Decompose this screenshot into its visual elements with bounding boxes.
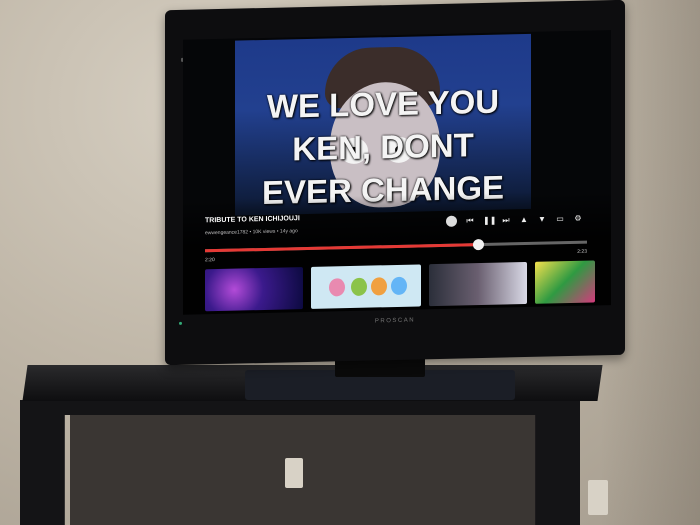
previous-icon[interactable]: ⏮ (465, 216, 475, 226)
thumbs-down-icon[interactable]: ▼ (537, 214, 547, 224)
wall-outlet (285, 458, 303, 488)
television: WE LOVE YOU KEN, DONT EVER CHANGE TRIBUT… (165, 0, 625, 366)
next-icon[interactable]: ⏭ (501, 215, 511, 225)
time-duration: 2:23 (577, 248, 587, 255)
tv-brand: PROSCAN (374, 317, 416, 325)
wall-outlet-right (588, 480, 608, 515)
caption-line-1: WE LOVE YOU (266, 82, 500, 125)
caption-line-2: KEN, DONT (292, 126, 474, 168)
related-video-thumbnail[interactable] (205, 267, 303, 312)
settings-icon[interactable]: ⚙ (573, 213, 583, 223)
tv-screen: WE LOVE YOU KEN, DONT EVER CHANGE TRIBUT… (183, 30, 611, 315)
video-frame[interactable]: WE LOVE YOU KEN, DONT EVER CHANGE (235, 33, 531, 216)
related-video-thumbnail[interactable] (429, 262, 527, 307)
avatar[interactable] (446, 215, 457, 227)
related-video-thumbnail[interactable] (535, 260, 595, 304)
thumbs-up-icon[interactable]: ▲ (519, 214, 529, 224)
time-current: 2:20 (205, 257, 215, 264)
captions-icon[interactable]: ▭ (555, 214, 565, 224)
tv-stand-shelf-opening (70, 415, 540, 525)
related-video-thumbnail[interactable] (311, 264, 421, 309)
play-pause-icon[interactable]: ❚❚ (483, 215, 496, 225)
